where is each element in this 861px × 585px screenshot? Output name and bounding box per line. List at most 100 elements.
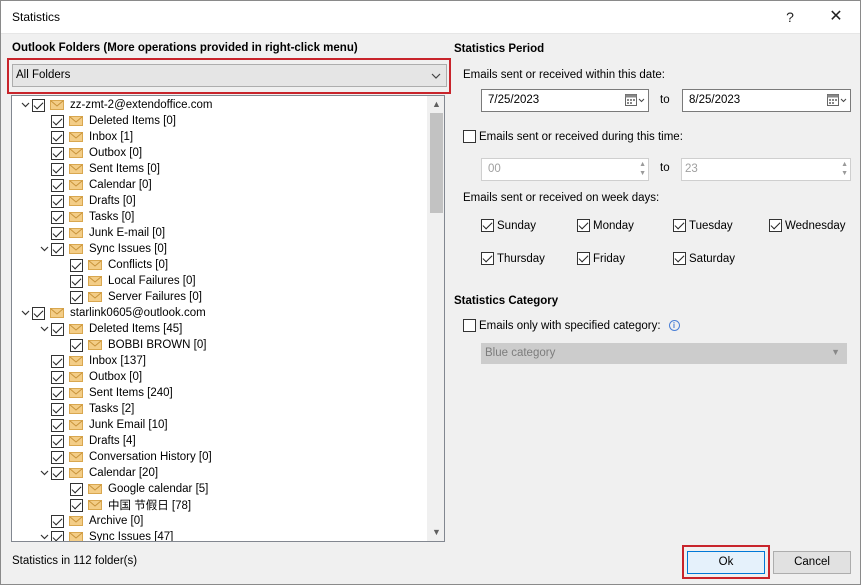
calendar-icon[interactable] [625, 93, 645, 107]
folder-checkbox[interactable] [51, 530, 64, 541]
category-filter-checkbox-box[interactable] [463, 319, 476, 332]
folder-tree-row[interactable]: 中国 节假日 [78] [56, 497, 191, 513]
folder-tree-row[interactable]: Local Failures [0] [56, 273, 196, 289]
folder-checkbox[interactable] [51, 354, 64, 368]
folder-checkbox[interactable] [51, 418, 64, 432]
folder-tree-row[interactable]: Tasks [0] [37, 209, 134, 225]
category-filter-checkbox[interactable]: Emails only with specified category: i [463, 319, 680, 332]
weekday-checkbox[interactable] [481, 252, 494, 265]
to-date-picker[interactable]: 8/25/2023 [682, 89, 851, 112]
cancel-button[interactable]: Cancel [773, 551, 851, 574]
folder-tree-row[interactable]: Junk E-mail [0] [37, 225, 165, 241]
folder-tree-row[interactable]: starlink0605@outlook.com [18, 305, 206, 321]
weekday-tuesday[interactable]: Tuesday [673, 219, 733, 232]
close-button[interactable]: ✕ [816, 5, 856, 29]
from-date-picker[interactable]: 7/25/2023 [481, 89, 649, 112]
folder-tree-row[interactable]: Sync Issues [47] [37, 529, 173, 541]
scroll-thumb[interactable] [430, 113, 443, 213]
folder-tree-row[interactable]: Drafts [0] [37, 193, 136, 209]
ok-button[interactable]: Ok [687, 551, 765, 574]
folder-checkbox[interactable] [51, 226, 64, 240]
folder-checkbox[interactable] [51, 402, 64, 416]
folder-checkbox[interactable] [51, 322, 64, 336]
folder-tree-row[interactable]: Drafts [4] [37, 433, 136, 449]
weekday-checkbox[interactable] [577, 252, 590, 265]
folder-tree-row[interactable]: Conflicts [0] [56, 257, 168, 273]
weekday-checkbox[interactable] [481, 219, 494, 232]
help-button[interactable]: ? [770, 5, 810, 29]
folder-checkbox[interactable] [51, 178, 64, 192]
time-filter-checkbox[interactable]: Emails sent or received during this time… [463, 130, 683, 143]
folder-checkbox[interactable] [51, 514, 64, 528]
spinner-arrows-icon[interactable]: ▲ ▼ [639, 160, 646, 178]
folder-tree-row[interactable]: Deleted Items [0] [37, 113, 176, 129]
folder-tree-row[interactable]: Junk Email [10] [37, 417, 168, 433]
from-hour-spinner[interactable]: 00 ▲ ▼ [481, 158, 649, 181]
weekday-thursday[interactable]: Thursday [481, 252, 545, 265]
folder-checkbox[interactable] [32, 98, 45, 112]
folder-tree-row[interactable]: Conversation History [0] [37, 449, 212, 465]
weekday-checkbox[interactable] [673, 219, 686, 232]
category-select[interactable]: Blue category ▼ [481, 343, 847, 364]
folder-tree-row[interactable]: Sync Issues [0] [37, 241, 167, 257]
folder-tree[interactable]: zz-zmt-2@extendoffice.com Deleted Items [… [11, 95, 445, 542]
folder-tree-row[interactable]: Inbox [1] [37, 129, 133, 145]
folder-tree-row[interactable]: Sent Items [0] [37, 161, 160, 177]
folder-checkbox[interactable] [51, 130, 64, 144]
folder-tree-row[interactable]: Tasks [2] [37, 401, 134, 417]
chevron-down-icon[interactable] [37, 246, 51, 252]
info-icon[interactable]: i [668, 320, 680, 331]
to-hour-spinner[interactable]: 23 ▲ ▼ [681, 158, 851, 181]
scroll-down-icon[interactable]: ▼ [428, 524, 444, 541]
weekday-friday[interactable]: Friday [577, 252, 625, 265]
weekday-wednesday[interactable]: Wednesday [769, 219, 846, 232]
weekday-monday[interactable]: Monday [577, 219, 634, 232]
folder-checkbox[interactable] [51, 370, 64, 384]
chevron-down-icon[interactable] [37, 326, 51, 332]
folder-tree-row[interactable]: Deleted Items [45] [37, 321, 182, 337]
chevron-down-icon[interactable] [37, 534, 51, 540]
chevron-down-icon[interactable] [18, 310, 32, 316]
folder-tree-row[interactable]: Archive [0] [37, 513, 143, 529]
folder-checkbox[interactable] [70, 290, 83, 304]
folder-checkbox[interactable] [51, 242, 64, 256]
folder-checkbox[interactable] [51, 194, 64, 208]
folder-tree-row[interactable]: Sent Items [240] [37, 385, 173, 401]
weekday-sunday[interactable]: Sunday [481, 219, 536, 232]
folder-checkbox[interactable] [32, 306, 45, 320]
folder-checkbox[interactable] [51, 210, 64, 224]
folder-tree-row[interactable]: Google calendar [5] [56, 481, 208, 497]
folder-checkbox[interactable] [70, 498, 83, 512]
folder-checkbox[interactable] [51, 466, 64, 480]
folder-filter-dropdown[interactable]: All Folders [12, 64, 447, 87]
weekday-saturday[interactable]: Saturday [673, 252, 735, 265]
folder-checkbox[interactable] [70, 482, 83, 496]
time-filter-checkbox-box[interactable] [463, 130, 476, 143]
folder-tree-row[interactable]: Inbox [137] [37, 353, 146, 369]
folder-checkbox[interactable] [70, 338, 83, 352]
folder-tree-row[interactable]: Outbox [0] [37, 145, 142, 161]
folder-tree-row[interactable]: Calendar [20] [37, 465, 158, 481]
calendar-icon[interactable] [827, 93, 847, 107]
folder-checkbox[interactable] [51, 114, 64, 128]
folder-tree-row[interactable]: Server Failures [0] [56, 289, 202, 305]
chevron-down-icon[interactable] [37, 470, 51, 476]
weekday-checkbox[interactable] [577, 219, 590, 232]
chevron-down-icon[interactable] [18, 102, 32, 108]
spinner-arrows-icon[interactable]: ▲ ▼ [841, 160, 848, 178]
tree-scrollbar[interactable]: ▲ ▼ [427, 96, 444, 541]
scroll-up-icon[interactable]: ▲ [428, 96, 444, 113]
folder-tree-row[interactable]: BOBBI BROWN [0] [56, 337, 206, 353]
folder-checkbox[interactable] [51, 450, 64, 464]
folder-tree-row[interactable]: zz-zmt-2@extendoffice.com [18, 97, 212, 113]
weekday-checkbox[interactable] [673, 252, 686, 265]
folder-checkbox[interactable] [51, 434, 64, 448]
folder-tree-row[interactable]: Outbox [0] [37, 369, 142, 385]
folder-checkbox[interactable] [51, 162, 64, 176]
folder-checkbox[interactable] [51, 146, 64, 160]
folder-tree-row[interactable]: Calendar [0] [37, 177, 152, 193]
folder-checkbox[interactable] [70, 274, 83, 288]
folder-checkbox[interactable] [70, 258, 83, 272]
folder-checkbox[interactable] [51, 386, 64, 400]
weekday-checkbox[interactable] [769, 219, 782, 232]
